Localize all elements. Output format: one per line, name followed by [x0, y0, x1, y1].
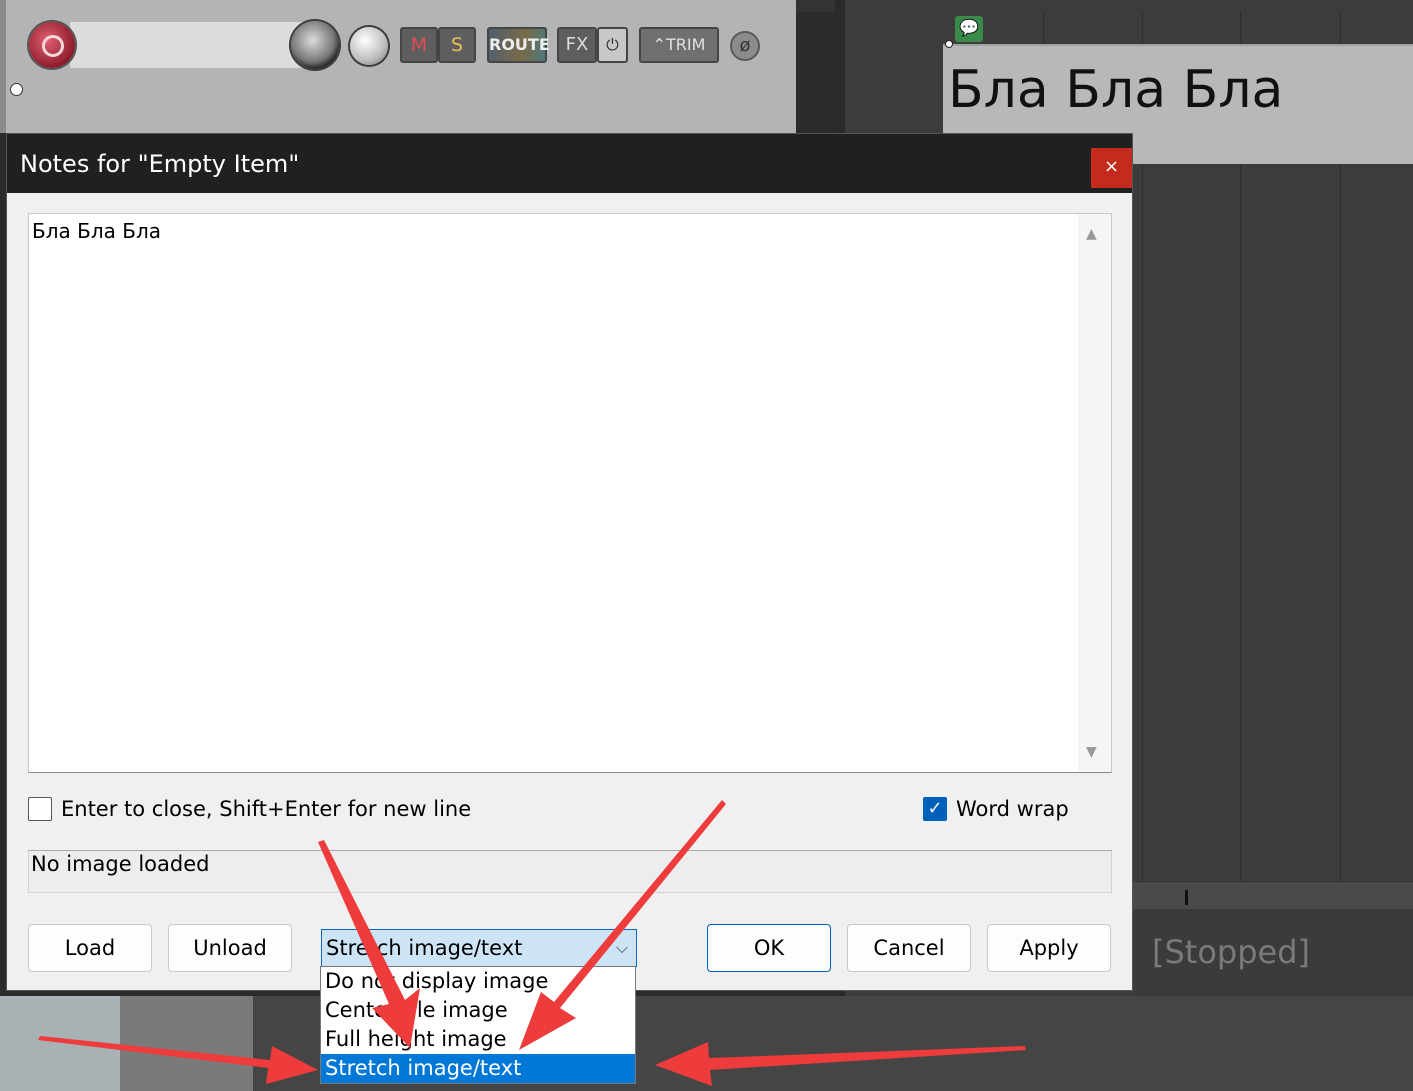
load-button[interactable]: Load [28, 924, 152, 972]
track-handle-dot[interactable] [10, 83, 23, 96]
media-item-notes-text: Бла Бла Бла [948, 60, 1284, 120]
volume-knob[interactable] [291, 21, 339, 69]
playhead-marker [1185, 890, 1188, 905]
notes-dialog: Notes for "Empty Item" × Бла Бла Бла ▲ ▼… [6, 133, 1133, 991]
close-button[interactable]: × [1091, 148, 1132, 188]
image-display-selected: Stretch image/text [326, 936, 523, 960]
unload-button[interactable]: Unload [168, 924, 292, 972]
bottom-panel [0, 996, 1413, 1091]
word-wrap-label: Word wrap [956, 797, 1069, 821]
image-status-field: No image loaded [28, 850, 1112, 893]
scroll-up-arrow-icon[interactable]: ▲ [1086, 226, 1097, 242]
track-control-panel: M S ROUTE FX ⏻ ⌃TRIM ø [0, 0, 796, 133]
transport-status: [Stopped] [1152, 933, 1311, 971]
notes-text: Бла Бла Бла [32, 219, 161, 243]
enter-to-close-option[interactable]: Enter to close, Shift+Enter for new line [28, 797, 471, 821]
bottom-panel-block [120, 996, 253, 1091]
image-display-dropdown-list: Do not display image Center/tile image F… [320, 966, 636, 1084]
dropdown-option-center-tile[interactable]: Center/tile image [321, 996, 635, 1025]
enter-to-close-checkbox[interactable] [28, 797, 52, 821]
apply-button[interactable]: Apply [987, 924, 1111, 972]
record-arm-button[interactable] [29, 22, 75, 68]
timeline-ruler[interactable] [1133, 883, 1413, 910]
notes-scrollbar[interactable]: ▲ ▼ [1078, 214, 1111, 772]
close-icon: × [1103, 156, 1120, 177]
word-wrap-checkbox[interactable]: ✓ [923, 797, 947, 821]
pan-knob[interactable] [350, 27, 388, 65]
image-display-select[interactable]: Stretch image/text ⌵ [321, 929, 637, 967]
cancel-button[interactable]: Cancel [847, 924, 971, 972]
dropdown-option-stretch[interactable]: Stretch image/text [321, 1054, 635, 1083]
scroll-down-arrow-icon[interactable]: ▼ [1086, 744, 1097, 760]
chevron-down-icon: ⌵ [615, 938, 628, 957]
track-name-field[interactable] [70, 22, 305, 68]
dialog-title: Notes for "Empty Item" [20, 150, 300, 178]
solo-button[interactable]: S [438, 27, 476, 63]
track-edge [0, 0, 6, 133]
enter-to-close-label: Enter to close, Shift+Enter for new line [61, 797, 472, 821]
item-handle-dot[interactable] [945, 40, 953, 48]
bottom-panel-block [0, 996, 120, 1091]
fx-button[interactable]: FX [557, 27, 597, 63]
fx-bypass-power-icon[interactable]: ⏻ [597, 27, 628, 63]
word-wrap-option[interactable]: ✓ Word wrap [923, 797, 1069, 821]
phase-invert-icon[interactable]: ø [730, 31, 760, 61]
dropdown-option-do-not-display[interactable]: Do not display image [321, 967, 635, 996]
ok-button[interactable]: OK [707, 924, 831, 972]
mute-button[interactable]: M [400, 27, 438, 63]
envelope-icon: ⌃ [652, 35, 666, 54]
route-button[interactable]: ROUTE [487, 27, 550, 63]
dropdown-option-full-height[interactable]: Full height image [321, 1025, 635, 1054]
notes-textarea[interactable]: Бла Бла Бла ▲ ▼ [28, 213, 1112, 773]
item-notes-speech-icon[interactable]: 💬 [955, 16, 983, 42]
dialog-titlebar[interactable]: Notes for "Empty Item" × [7, 134, 1132, 193]
trim-label: TRIM [665, 35, 706, 54]
automation-trim-button[interactable]: ⌃TRIM [639, 27, 719, 63]
